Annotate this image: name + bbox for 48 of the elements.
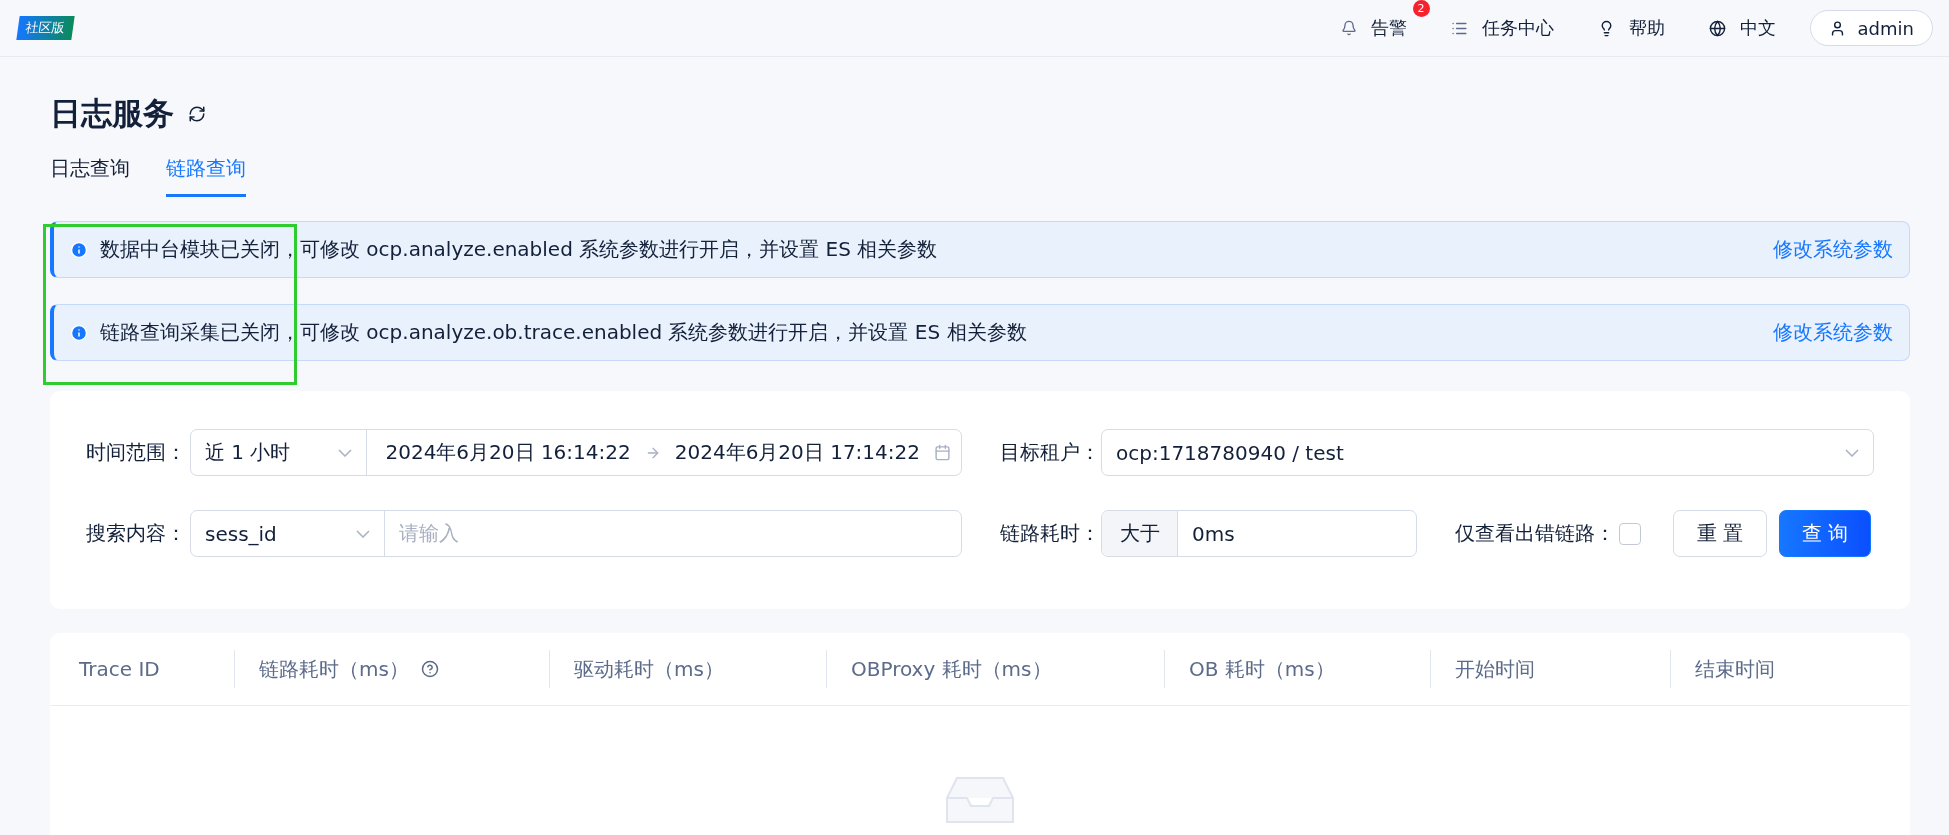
column-header: OB 耗时（ms）: [1189, 655, 1335, 683]
help-icon[interactable]: [420, 660, 439, 678]
header-nav-item[interactable]: 中文: [1708, 16, 1776, 40]
nav-label: 帮助: [1628, 16, 1665, 40]
modify-parameters-link[interactable]: 修改系统参数: [1773, 236, 1893, 263]
user-menu-button[interactable]: admin: [1809, 10, 1933, 46]
nav-label: 中文: [1739, 16, 1776, 40]
column-header: 驱动耗时（ms）: [574, 655, 724, 683]
globe-icon: [1708, 19, 1726, 37]
column-header: 开始时间: [1455, 655, 1535, 683]
notice-text: 数据中台模块已关闭，可修改 ocp.analyze.enabled 系统参数进行开启，并设置 ES 相关参数: [100, 236, 939, 263]
tab[interactable]: 链路查询: [166, 155, 246, 197]
header-nav-item[interactable]: 帮助: [1597, 16, 1665, 40]
alerts-label: 告警: [1370, 16, 1407, 40]
tenant-select[interactable]: ocp:1718780940 / test: [1101, 429, 1874, 476]
field-label: 链路耗时：: [1000, 520, 1101, 547]
notice-text: 链路查询采集已关闭，可修改 ocp.analyze.ob.trace.enabled 系统参数进行开启，并设置 ES 相关参数: [100, 319, 1028, 346]
nav-label: 任务中心: [1481, 16, 1554, 40]
start-time: 2024年6月20日 16:14:22: [385, 439, 631, 466]
empty-tray-icon: [945, 774, 1015, 824]
bell-icon: [1340, 20, 1357, 36]
select-value: ocp:1718780940 / test: [1116, 440, 1344, 465]
field-label: 搜索内容：: [86, 520, 187, 547]
column-header: Trace ID: [79, 657, 160, 681]
edition-badge: 社区版: [16, 16, 75, 40]
info-icon: [70, 240, 88, 259]
column-header: 链路耗时（ms）: [259, 655, 409, 683]
time-range-picker[interactable]: 近 1 小时 2024年6月20日 16:14:22 2024年6月20日 17:14:22: [190, 429, 962, 476]
select-value: 近 1 小时: [205, 439, 291, 466]
column-header: OBProxy 耗时（ms）: [851, 655, 1052, 683]
refresh-icon[interactable]: [188, 105, 206, 123]
chevron-down-icon: [1845, 448, 1859, 457]
page-title: 日志服务: [50, 94, 174, 133]
column-header: 结束时间: [1695, 655, 1775, 683]
reset-button[interactable]: 重 置: [1673, 510, 1767, 557]
header-nav-item[interactable]: 任务中心: [1450, 16, 1554, 40]
query-button[interactable]: 查 询: [1779, 510, 1871, 557]
errors-only-checkbox[interactable]: [1619, 522, 1641, 545]
alert-count-badge: 2: [1412, 0, 1430, 17]
field-label: 时间范围：: [86, 439, 187, 466]
chevron-down-icon: [338, 448, 353, 457]
info-icon: [70, 323, 88, 342]
modify-parameters-link[interactable]: 修改系统参数: [1773, 319, 1893, 346]
end-time: 2024年6月20日 17:14:22: [674, 439, 920, 466]
field-label: 目标租户：: [1000, 439, 1101, 466]
checkbox-label: 仅查看出错链路：: [1455, 520, 1615, 547]
tab[interactable]: 日志查询: [50, 155, 130, 197]
calendar-icon: [934, 444, 951, 461]
